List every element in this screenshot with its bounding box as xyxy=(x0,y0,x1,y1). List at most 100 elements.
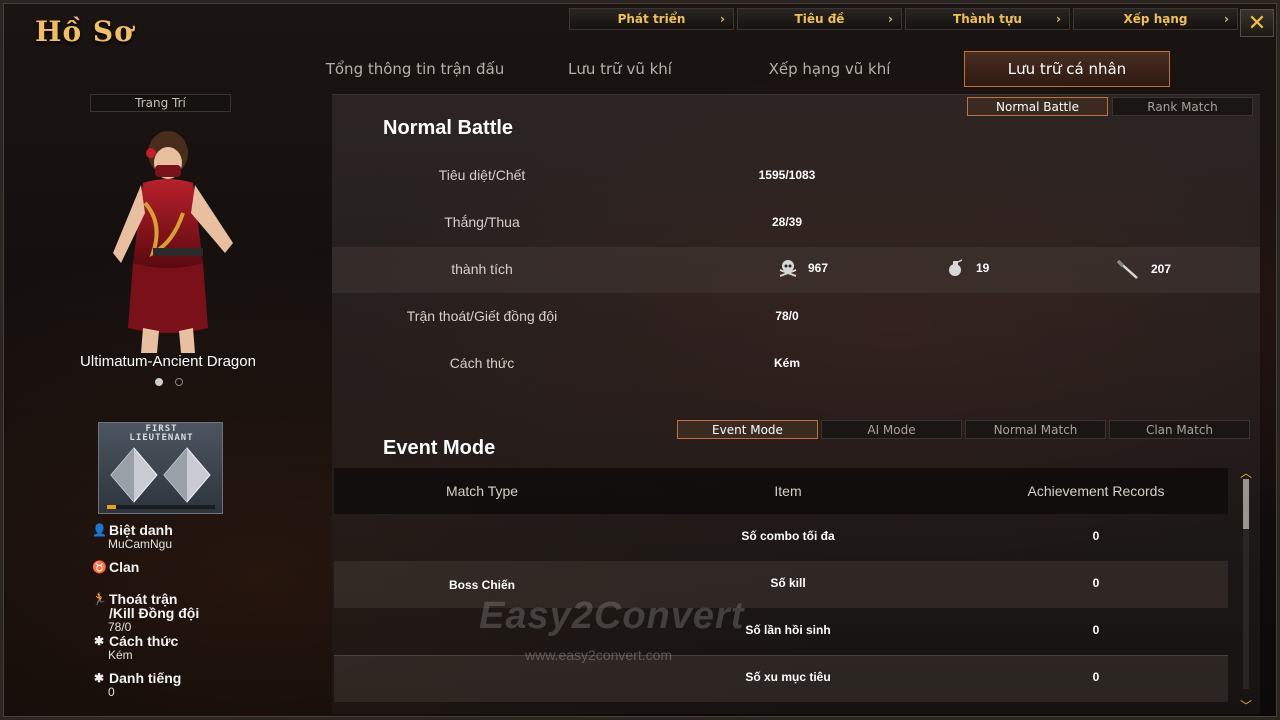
grenade-count: 19 xyxy=(976,261,990,275)
table-scrollbar[interactable]: ︿ ﹀ xyxy=(1239,467,1253,712)
pager-dot[interactable] xyxy=(175,378,183,386)
records-panel: Normal Battle Rank Match Normal Battle T… xyxy=(332,94,1260,714)
reputation-block: ✱ Danh tiếng 0 xyxy=(92,671,181,699)
stat-value: 28/39 xyxy=(771,215,803,229)
clan-label: Clan xyxy=(109,559,140,575)
profile-window: Hồ Sơ Phát triển › Tiêu đề › Thành tựu ›… xyxy=(0,0,1280,720)
headshot-count: 967 xyxy=(808,261,829,275)
table-header: Match Type Item Achievement Records xyxy=(334,468,1228,514)
knife-stat: 207 xyxy=(1115,258,1171,280)
topnav-label: Phát triển xyxy=(617,12,686,26)
normal-battle-title: Normal Battle xyxy=(383,117,514,139)
tab-event-mode[interactable]: Event Mode xyxy=(677,420,818,439)
normal-battle-button[interactable]: Normal Battle xyxy=(967,97,1108,116)
nickname-block: 👤 Biệt danh MuCamNgu xyxy=(92,523,173,551)
desert-label: Thoát trận/Kill Đồng đội xyxy=(109,592,199,620)
scroll-up-icon[interactable]: ︿ xyxy=(1239,467,1253,479)
topnav-label: Tiêu đề xyxy=(794,12,845,26)
profile-tabs: Tổng thông tin trận đấu Lưu trữ vũ khí X… xyxy=(315,51,1190,87)
tab-normal-match[interactable]: Normal Match xyxy=(965,420,1106,439)
stat-row-wl: Thắng/Thua 28/39 xyxy=(332,200,1260,246)
item-cell: Số kill xyxy=(770,576,806,590)
knife-icon xyxy=(1116,259,1138,279)
tab-match-overview[interactable]: Tổng thông tin trận đấu xyxy=(315,51,515,87)
user-icon: 👤 xyxy=(92,523,107,537)
style-block: ✱ Cách thức Kém xyxy=(92,634,178,662)
record-cell: 0 xyxy=(1092,529,1100,543)
item-cell: Số combo tối đa xyxy=(741,529,835,543)
skull-icon xyxy=(779,260,797,277)
stat-label: Cách thức xyxy=(449,355,515,371)
pager-dot[interactable] xyxy=(155,378,163,386)
star-icon: ✱ xyxy=(93,634,105,648)
stat-label: Thắng/Thua xyxy=(444,214,520,230)
desert-label-line: /Kill Đồng đội xyxy=(109,605,200,621)
character-pager xyxy=(155,378,183,386)
scroll-thumb[interactable] xyxy=(1243,479,1249,529)
stat-row-style: Cách thức Kém xyxy=(332,341,1260,387)
stat-value: 1595/1083 xyxy=(758,168,816,182)
stat-row-achievements: thành tích 967 19 207 xyxy=(332,247,1260,293)
chevron-right-icon: › xyxy=(1056,12,1061,26)
column-header: Item xyxy=(774,483,802,499)
event-table-body: Số combo tối đa 0 Số kill 0 Số lần hồi s… xyxy=(334,514,1228,715)
topnav-title-button[interactable]: Tiêu đề › xyxy=(737,8,902,30)
style-label: Cách thức xyxy=(109,633,179,649)
topnav-ranking-button[interactable]: Xếp hạng › xyxy=(1073,8,1238,30)
character-name: Ultimatum-Ancient Dragon xyxy=(80,353,256,370)
topnav-label: Xếp hạng xyxy=(1123,12,1188,26)
stat-row-kd: Tiêu diệt/Chết 1595/1083 xyxy=(332,153,1260,199)
reputation-label: Danh tiếng xyxy=(109,670,182,686)
item-cell: Số xu mục tiêu xyxy=(745,670,831,684)
close-button[interactable]: ✕ xyxy=(1240,9,1274,37)
nickname-value: MuCamNgu xyxy=(108,537,173,551)
rank-progress-fill xyxy=(107,505,116,509)
battle-mode-toggle: Normal Battle Rank Match xyxy=(967,97,1253,116)
decoration-button[interactable]: Trang Trí xyxy=(90,94,231,112)
grenade-stat: 19 xyxy=(946,258,989,278)
tab-clan-match[interactable]: Clan Match xyxy=(1109,420,1250,439)
record-cell: 0 xyxy=(1092,623,1100,637)
stat-label: thành tích xyxy=(451,261,513,277)
tab-ai-mode[interactable]: AI Mode xyxy=(821,420,962,439)
rank-progress-bar xyxy=(107,505,215,509)
rank-match-button[interactable]: Rank Match xyxy=(1112,97,1253,116)
grenade-icon xyxy=(949,259,963,276)
knife-count: 207 xyxy=(1151,262,1172,276)
record-cell: 0 xyxy=(1092,670,1100,684)
character-avatar xyxy=(113,131,233,353)
topnav-achievement-button[interactable]: Thành tựu › xyxy=(905,8,1070,30)
reputation-value: 0 xyxy=(108,685,115,699)
desert-value: 78/0 xyxy=(108,620,132,634)
record-cell: 0 xyxy=(1092,576,1100,590)
watermark-brand: Easy2Convert xyxy=(479,595,745,637)
column-header: Match Type xyxy=(445,483,519,499)
chevron-right-icon: › xyxy=(888,12,893,26)
tab-personal-records[interactable]: Lưu trữ cá nhân xyxy=(964,51,1170,87)
close-icon: ✕ xyxy=(1247,10,1267,36)
tab-weapon-ranking[interactable]: Xếp hạng vũ khí xyxy=(727,51,932,87)
watermark-url: www.easy2convert.com xyxy=(525,647,673,663)
stat-row-desert: Trận thoát/Giết đồng đội 78/0 xyxy=(332,294,1260,340)
desert-block: 🏃 Thoát trận/Kill Đồng đội 78/0 xyxy=(92,592,199,634)
topnav-label: Thành tựu xyxy=(953,12,1022,26)
clan-block: ♉ Clan xyxy=(92,560,139,574)
headshot-stat: 967 xyxy=(778,258,828,278)
window-title: Hồ Sơ xyxy=(35,15,134,48)
column-header: Achievement Records xyxy=(1027,483,1165,499)
rank-insignia-icon xyxy=(110,447,211,503)
row-divider xyxy=(334,655,1228,656)
star-icon: ✱ xyxy=(93,671,105,685)
scroll-down-icon[interactable]: ﹀ xyxy=(1239,700,1253,712)
chevron-right-icon: › xyxy=(1224,12,1229,26)
stat-value: Kém xyxy=(773,356,800,370)
event-mode-tabs: Event Mode AI Mode Normal Match Clan Mat… xyxy=(677,420,1250,439)
topnav-develop-button[interactable]: Phát triển › xyxy=(569,8,734,30)
runner-icon: 🏃 xyxy=(92,592,107,606)
tab-weapon-records[interactable]: Lưu trữ vũ khí xyxy=(535,51,705,87)
nickname-label: Biệt danh xyxy=(109,522,173,538)
event-mode-title: Event Mode xyxy=(383,437,496,459)
rank-badge: FIRST LIEUTENANT xyxy=(98,422,223,514)
chevron-right-icon: › xyxy=(720,12,725,26)
top-nav: Phát triển › Tiêu đề › Thành tựu › Xếp h… xyxy=(569,8,1238,30)
